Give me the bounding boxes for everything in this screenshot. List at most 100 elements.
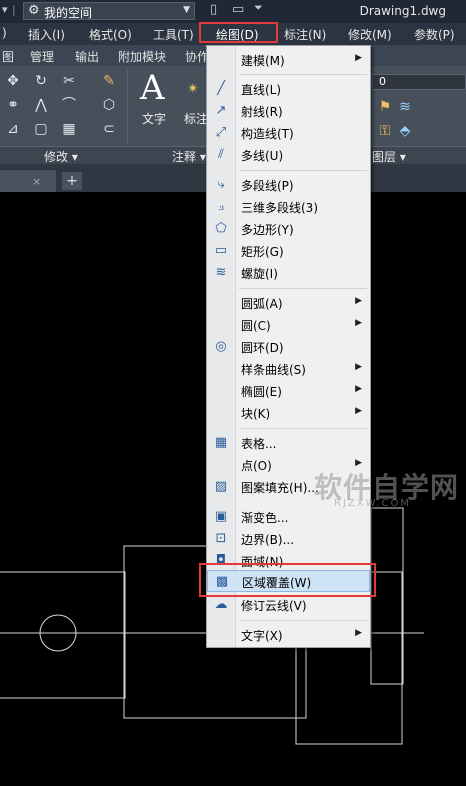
quick-access-arrow-icon[interactable]: ▾ [2, 3, 8, 16]
stretch-icon[interactable]: ⊿ [4, 120, 22, 138]
tab-addins[interactable]: 附加模块 [118, 48, 166, 65]
new-tab-button[interactable]: + [62, 172, 82, 190]
menu-item-mline[interactable]: ⫽ 多线(U) [207, 144, 370, 166]
menu-item-label: 边界(B)... [241, 533, 295, 547]
menu-item-rectangle[interactable]: ▭ 矩形(G) [207, 240, 370, 262]
customize-arrow-icon[interactable]: ⏷ [254, 1, 263, 15]
boundary-icon: ⊡ [215, 531, 227, 546]
layer-value: 0 [379, 75, 386, 88]
highlight-wipeout-item [199, 563, 376, 597]
gear-icon: ⚙ [28, 3, 40, 18]
menu-item-donut[interactable]: ◎ 圆环(D) [207, 336, 370, 358]
menu-item-line[interactable]: ╱ 直线(L) [207, 78, 370, 100]
menu-item-block[interactable]: 块(K) ▶ [207, 402, 370, 424]
layer-properties-icon[interactable]: ⚑ [376, 98, 394, 116]
menu-dimension[interactable]: 标注(N) [284, 26, 326, 43]
draw-menu-dropdown: 建模(M) ▶ ╱ 直线(L) ↗ 射线(R) ⤢ 构造线(T) ⫽ 多线(U)… [206, 45, 371, 648]
submenu-arrow-icon: ▶ [355, 318, 362, 328]
copy-icon[interactable]: ⚭ [4, 96, 22, 114]
menu-item-ray[interactable]: ↗ 射线(R) [207, 100, 370, 122]
separator [239, 428, 367, 429]
explode-icon[interactable]: ⬡ [100, 96, 118, 114]
document-tab[interactable] [0, 170, 56, 192]
dimension-icon[interactable]: ✴ [184, 80, 202, 98]
fillet-icon[interactable]: ⌒ [60, 96, 78, 114]
menu-item-spline[interactable]: 样条曲线(S) ▶ [207, 358, 370, 380]
divider [127, 70, 128, 144]
menu-insert[interactable]: 插入(I) [28, 26, 65, 43]
menu-item-polyline[interactable]: ⤷ 多段线(P) [207, 174, 370, 196]
separator [239, 620, 367, 621]
title-bar: ▾ | ⚙ 我的空间 ▼ ▯ ▭ ⏷ Drawing1.dwg [0, 0, 466, 23]
highlight-draw-menu [199, 22, 278, 43]
menu-item-table[interactable]: ▦ 表格... [207, 432, 370, 454]
share-icon[interactable]: ▭ [232, 2, 244, 17]
offset-icon[interactable]: ⊂ [100, 120, 118, 138]
menu-item-revcloud[interactable]: ☁ 修订云线(V) [207, 594, 370, 616]
submenu-arrow-icon: ▶ [355, 628, 362, 638]
layers-panel-label[interactable]: 图层 ▾ [372, 148, 406, 165]
menu-item-boundary[interactable]: ⊡ 边界(B)... [207, 528, 370, 550]
phone-icon[interactable]: ▯ [210, 2, 217, 17]
submenu-arrow-icon: ▶ [355, 362, 362, 372]
layer-stack-icon[interactable]: ≋ [396, 98, 414, 116]
scale-icon[interactable]: ▢ [32, 120, 50, 138]
menu-item-label: 矩形(G) [241, 245, 284, 259]
workspace-value: 我的空间 [44, 6, 93, 20]
layer-select[interactable]: 0 [372, 74, 466, 90]
menu-item-label: 椭圆(E) [241, 385, 282, 399]
mirror-icon[interactable]: ⋀ [32, 96, 50, 114]
menu-item-3dpolyline[interactable]: ⟓ 三维多段线(3) [207, 196, 370, 218]
move-icon[interactable]: ✥ [4, 72, 22, 90]
menu-item-helix[interactable]: ≋ 螺旋(I) [207, 262, 370, 284]
modify-panel-label[interactable]: 修改 ▾ [44, 148, 78, 165]
xline-icon: ⤢ [215, 125, 227, 140]
menu-item-label: 螺旋(I) [241, 267, 278, 281]
menu-parametric[interactable]: 参数(P) [414, 26, 455, 43]
menu-item-label: 多线(U) [241, 149, 284, 163]
submenu-arrow-icon: ▶ [355, 406, 362, 416]
menu-item-modeling[interactable]: 建模(M) ▶ [207, 49, 370, 71]
menu-item-ellipse[interactable]: 椭圆(E) ▶ [207, 380, 370, 402]
menu-item-label: 射线(R) [241, 105, 283, 119]
menu-item-xline[interactable]: ⤢ 构造线(T) [207, 122, 370, 144]
menu-item-gradient[interactable]: ▣ 渐变色... [207, 506, 370, 528]
layer-match-icon[interactable]: ⬘ [396, 122, 414, 140]
menu-item-polygon[interactable]: ⬠ 多边形(Y) [207, 218, 370, 240]
submenu-arrow-icon: ▶ [355, 384, 362, 394]
menu-format[interactable]: 格式(O) [89, 26, 132, 43]
tab-partial[interactable]: 图 [2, 48, 14, 65]
menu-item-arc[interactable]: 圆弧(A) ▶ [207, 292, 370, 314]
close-icon[interactable]: × [32, 175, 41, 188]
menu-item-label: 三维多段线(3) [241, 201, 318, 215]
text-tool-label[interactable]: 文字 [142, 110, 166, 127]
menu-item-text[interactable]: 文字(X) ▶ [207, 624, 370, 646]
menu-item-label: 样条曲线(S) [241, 363, 306, 377]
menu-item-label: 多段线(P) [241, 179, 294, 193]
array-icon[interactable]: ▦ [60, 120, 78, 138]
mline-icon: ⫽ [218, 147, 224, 162]
polyline-icon: ⤷ [217, 177, 225, 192]
rotate-icon[interactable]: ↻ [32, 72, 50, 90]
menu-item-circle[interactable]: 圆(C) ▶ [207, 314, 370, 336]
menu-partial[interactable]: ) [2, 26, 7, 40]
menu-item-label: 多边形(Y) [241, 223, 294, 237]
revcloud-icon: ☁ [214, 597, 228, 612]
watermark-url: RJZXW.COM [334, 498, 411, 509]
separator [239, 74, 367, 75]
layer-lock-icon[interactable]: ⚿ [376, 122, 394, 140]
tab-manage[interactable]: 管理 [30, 48, 54, 65]
menu-tools[interactable]: 工具(T) [153, 26, 194, 43]
tab-output[interactable]: 输出 [75, 48, 99, 65]
workspace-select[interactable]: ⚙ 我的空间 ▼ [23, 2, 195, 20]
menu-item-label: 块(K) [241, 407, 271, 421]
menu-item-label: 圆(C) [241, 319, 271, 333]
trim-icon[interactable]: ✂ [60, 72, 78, 90]
menu-modify[interactable]: 修改(M) [348, 26, 392, 43]
text-tool-icon[interactable]: A [140, 68, 165, 108]
dimension-tool-label[interactable]: 标注 [184, 110, 208, 127]
erase-icon[interactable]: ✎ [100, 72, 118, 90]
helix-icon: ≋ [215, 265, 227, 280]
annotation-panel-label[interactable]: 注释 ▾ [172, 148, 206, 165]
polygon-icon: ⬠ [215, 221, 227, 236]
